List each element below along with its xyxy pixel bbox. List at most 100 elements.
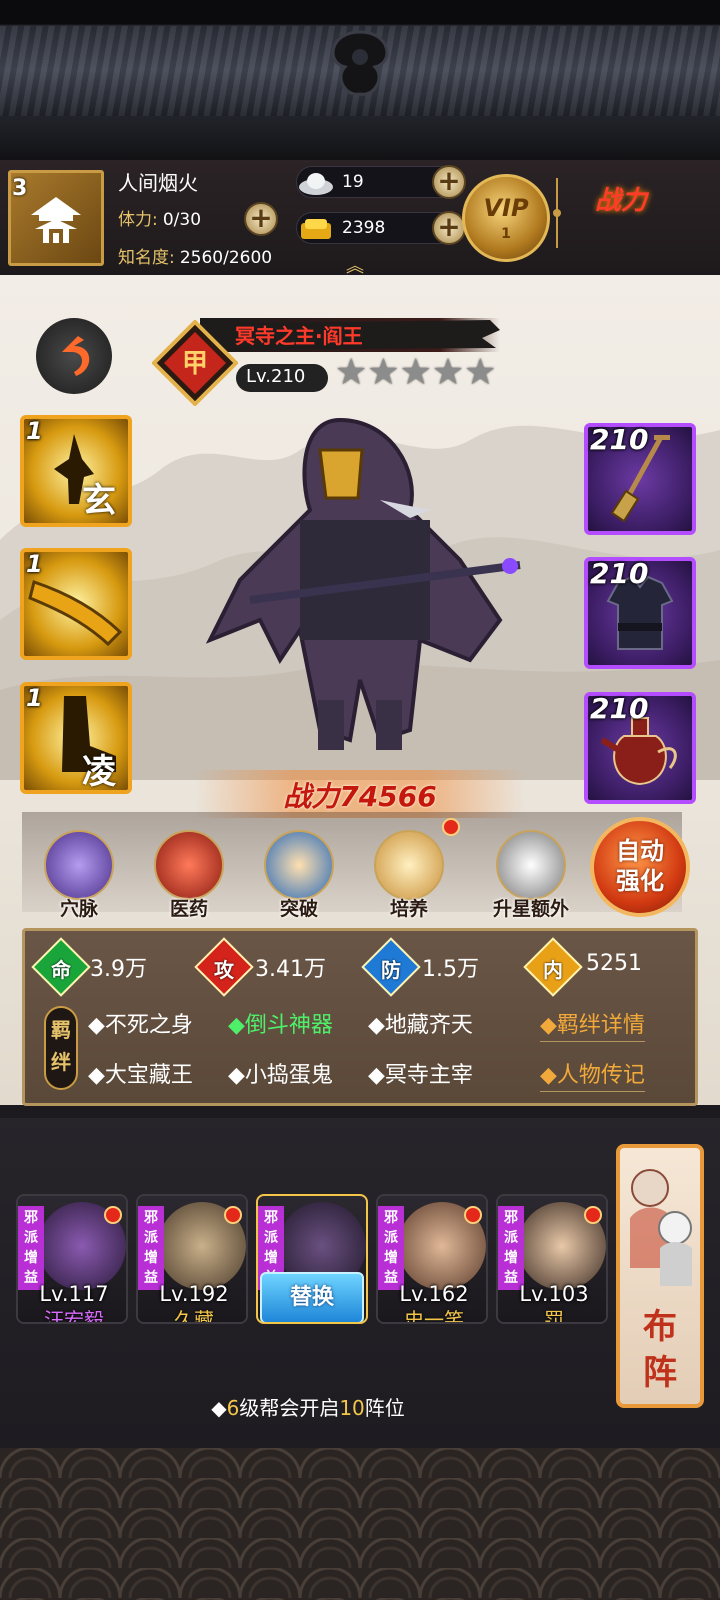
hero-level: Lv.210 xyxy=(246,366,306,387)
power-logo[interactable]: 战力 xyxy=(595,180,647,217)
notification-dot xyxy=(442,818,460,836)
equip-level: 210 xyxy=(590,423,649,456)
attack-label: 攻 xyxy=(214,958,234,982)
medicine-button[interactable]: 医药 xyxy=(146,830,232,921)
stamina-label: 体力: xyxy=(118,210,158,230)
star-icon: ★ xyxy=(431,352,465,393)
tip-text: 级帮会开启 xyxy=(239,1396,340,1420)
breakthrough-button[interactable]: 突破 xyxy=(256,830,342,921)
meridian-icon xyxy=(44,830,114,900)
hero-title: 冥寺之主·阎王 xyxy=(235,324,363,348)
formation-heroes-art xyxy=(630,1169,692,1286)
skill-glyph: 玄 xyxy=(82,481,116,521)
equip-slot-accessory[interactable]: 210 xyxy=(584,692,696,804)
add-silver-button[interactable]: + xyxy=(432,165,466,199)
function-label: 升星额外 xyxy=(492,898,569,920)
skill-slot-3[interactable]: 1 凌 xyxy=(20,682,132,794)
notification-dot xyxy=(224,1206,242,1224)
bond-item: ◆不死之身 xyxy=(88,1013,193,1038)
equip-slot-weapon[interactable]: 210 xyxy=(584,423,696,535)
add-gold-button[interactable]: + xyxy=(432,211,466,245)
tip-suffix: 阵位 xyxy=(364,1396,405,1420)
equip-level: 210 xyxy=(590,557,649,590)
fame-row: 知名度: 2560/2600 xyxy=(118,243,272,268)
tip-slot-count: 10 xyxy=(339,1396,365,1420)
stamina-row: 体力: 0/30 xyxy=(118,205,201,230)
replace-button[interactable]: 替换 xyxy=(260,1272,364,1322)
defense-label: 防 xyxy=(381,958,401,982)
character-bio-link[interactable]: ◆人物传记 xyxy=(540,1057,645,1092)
cultivate-button[interactable]: 培养 xyxy=(366,818,460,921)
skill-slot-count: 1 xyxy=(26,684,43,712)
star-upgrade-button[interactable]: 升星额外 xyxy=(476,830,586,921)
meridian-button[interactable]: 穴脉 xyxy=(36,830,122,921)
card-level: Lv.192 xyxy=(159,1282,229,1306)
star-icon: ★ xyxy=(464,352,497,393)
star-icon: ★ xyxy=(335,352,368,393)
vip-level: 1 xyxy=(501,226,511,242)
roof-ornament-icon xyxy=(331,30,389,96)
guild-unlock-tip: ◆6级帮会开启10阵位 xyxy=(0,1392,616,1421)
card-level: Lv.162 xyxy=(399,1282,469,1306)
function-label: 培养 xyxy=(389,898,428,920)
skill-slot-1[interactable]: 1 玄 xyxy=(20,415,132,527)
inner-power-label: 内 xyxy=(543,958,563,982)
card-level: Lv.103 xyxy=(519,1282,589,1306)
hero-power-value: 74566 xyxy=(339,780,437,813)
formation-line2: 阵 xyxy=(643,1353,677,1393)
silver-ingot-icon xyxy=(299,173,333,195)
lineup-card-selected[interactable]: 邪派增益 替换 xyxy=(256,1194,368,1324)
equip-slot-armor[interactable]: 210 xyxy=(584,557,696,669)
inner-power-value: 5251 xyxy=(586,951,642,976)
hp-value: 3.9万 xyxy=(90,957,147,982)
silver-value: 19 xyxy=(342,172,364,192)
scroll-icon xyxy=(374,830,444,900)
card-name: 罚 xyxy=(544,1308,564,1324)
herb-icon xyxy=(154,830,224,900)
tip-guild-level: 6 xyxy=(226,1396,240,1420)
roof-banner xyxy=(0,0,720,160)
add-stamina-button[interactable]: + xyxy=(244,202,278,236)
function-label: 穴脉 xyxy=(59,898,98,920)
player-name: 人间烟火 xyxy=(118,171,198,195)
auto-enhance-label: 自动 强化 xyxy=(590,836,690,896)
breakthrough-icon xyxy=(264,830,334,900)
function-label: 医药 xyxy=(169,898,208,920)
hero-power: 战力74566 xyxy=(195,775,525,815)
auto-enhance-line1: 自动 xyxy=(616,837,664,865)
faction-tag: 邪派增益 xyxy=(498,1206,524,1290)
hero-character-art xyxy=(205,417,521,750)
bond-item: ◆冥寺主宰 xyxy=(368,1063,473,1088)
star-rating: ★★★★★ xyxy=(335,352,496,393)
star-icon: ★ xyxy=(367,352,400,393)
formation-line1: 布 xyxy=(643,1307,677,1347)
avatar-level: 3 xyxy=(12,176,28,201)
faction-tag: 邪派增益 xyxy=(378,1206,404,1290)
bond-item: ◆地藏齐天 xyxy=(368,1013,473,1038)
back-arrow-icon xyxy=(62,336,90,376)
faction-tag: 邪派增益 xyxy=(138,1206,164,1290)
bond-details-link[interactable]: ◆羁绊详情 xyxy=(540,1007,645,1042)
vip-label: VIP xyxy=(483,194,529,222)
lineup-card[interactable]: 邪派增益 Lv.117 汪宏毅 xyxy=(16,1194,128,1324)
stamina-value: 0/30 xyxy=(162,210,202,230)
lineup-card[interactable]: 邪派增益 Lv.192 久藏 xyxy=(136,1194,248,1324)
footer-wave-pattern xyxy=(0,1448,720,1600)
gauntlet-icon xyxy=(496,830,566,900)
equip-level: 210 xyxy=(590,692,649,725)
card-name: 汪宏毅 xyxy=(44,1308,104,1324)
skill-slot-2[interactable]: 1 xyxy=(20,548,132,660)
hero-power-label: 战力 xyxy=(283,780,340,813)
auto-enhance-line2: 强化 xyxy=(616,867,664,895)
faction-tag: 邪派增益 xyxy=(18,1206,44,1290)
fame-value: 2560/2600 xyxy=(179,248,273,268)
lineup-card[interactable]: 邪派增益 Lv.162 史一笑 xyxy=(376,1194,488,1324)
defense-value: 1.5万 xyxy=(422,957,479,982)
lineup-card[interactable]: 邪派增益 Lv.103 罚 xyxy=(496,1194,608,1324)
skill-glyph: 凌 xyxy=(82,752,116,792)
back-button[interactable] xyxy=(36,318,112,394)
star-icon: ★ xyxy=(399,352,432,393)
skill-slot-count: 1 xyxy=(26,550,43,578)
bond-tag-label: 羁绊 xyxy=(51,1018,71,1074)
bond-item: ◆大宝藏王 xyxy=(88,1063,193,1088)
